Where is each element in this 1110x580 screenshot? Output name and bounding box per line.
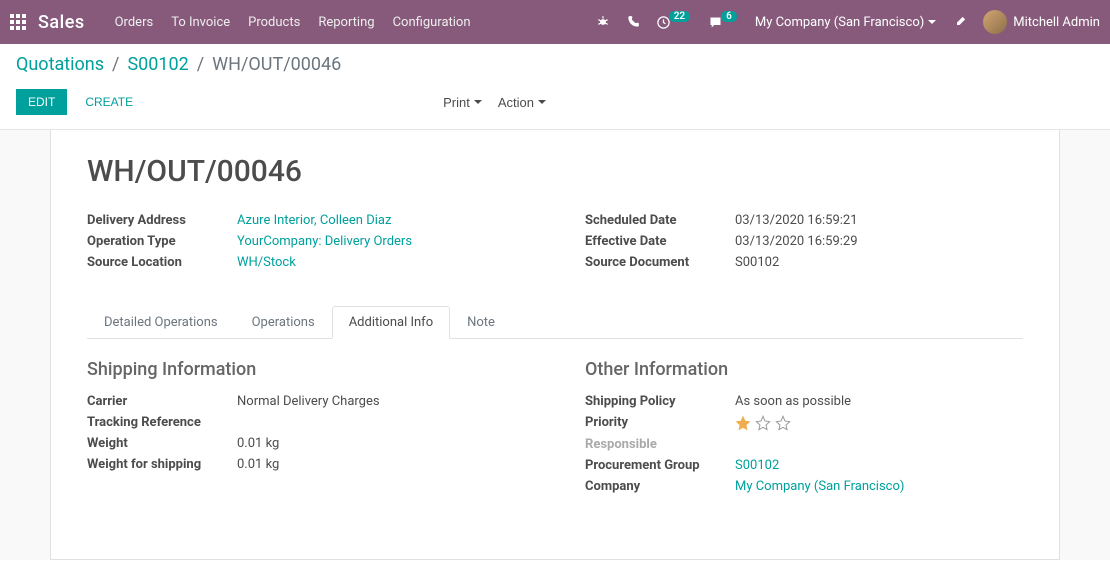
messages-icon[interactable]: 6 (708, 15, 739, 30)
control-panel: Quotations/S00102/WH/OUT/00046 EDIT CREA… (0, 44, 1110, 130)
messages-badge: 6 (721, 11, 737, 22)
form-sheet: WH/OUT/00046 Delivery AddressAzure Inter… (50, 130, 1060, 560)
tab-operations[interactable]: Operations (235, 306, 332, 339)
company-selector[interactable]: My Company (San Francisco) (755, 15, 936, 30)
record-left-col: Delivery AddressAzure Interior, Colleen … (87, 213, 525, 276)
avatar (983, 10, 1007, 34)
breadcrumb-active: WH/OUT/00046 (212, 54, 341, 75)
source-document-value: S00102 (735, 255, 779, 270)
phone-icon[interactable] (626, 15, 640, 29)
source-document-label: Source Document (585, 255, 735, 270)
effective-date-label: Effective Date (585, 234, 735, 249)
user-menu[interactable]: Mitchell Admin (983, 10, 1100, 34)
company-label: Company (585, 479, 735, 494)
delivery-address-value[interactable]: Azure Interior, Colleen Diaz (237, 213, 391, 228)
priority-label: Priority (585, 415, 735, 431)
nav-orders[interactable]: Orders (115, 15, 154, 30)
breadcrumb-link-0[interactable]: Quotations (16, 54, 104, 75)
operation-type-label: Operation Type (87, 234, 237, 249)
tab-note[interactable]: Note (450, 306, 512, 339)
edit-button[interactable]: EDIT (16, 89, 67, 115)
scheduled-date-label: Scheduled Date (585, 213, 735, 228)
operation-type-value[interactable]: YourCompany: Delivery Orders (237, 234, 412, 249)
shipping-info-title: Shipping Information (87, 359, 525, 380)
navbar-right: 22 6 My Company (San Francisco) Mitchell… (596, 10, 1100, 34)
priority-star-2[interactable] (755, 415, 771, 431)
weight-value: 0.01 kg (237, 436, 279, 451)
debug-icon[interactable] (596, 15, 610, 29)
navbar-menu: Orders To Invoice Products Reporting Configu… (115, 15, 596, 30)
priority-star-3[interactable] (775, 415, 791, 431)
weight-label: Weight (87, 436, 237, 451)
tab-detailed-operations[interactable]: Detailed Operations (87, 306, 235, 339)
priority-star-1[interactable] (735, 415, 751, 431)
breadcrumb: Quotations/S00102/WH/OUT/00046 (16, 54, 1094, 75)
company-value[interactable]: My Company (San Francisco) (735, 479, 904, 494)
breadcrumb-link-1[interactable]: S00102 (127, 54, 188, 75)
user-name: Mitchell Admin (1013, 15, 1100, 30)
nav-configuration[interactable]: Configuration (393, 15, 471, 30)
navbar: Sales Orders To Invoice Products Reporting C… (0, 0, 1110, 44)
activity-icon[interactable]: 22 (656, 15, 692, 30)
procurement-group-value[interactable]: S00102 (735, 458, 779, 473)
delivery-address-label: Delivery Address (87, 213, 237, 228)
page-title: WH/OUT/00046 (87, 154, 1023, 189)
tab-additional-info: Shipping Information CarrierNormal Deliv… (87, 359, 1023, 500)
tracking-label: Tracking Reference (87, 415, 237, 430)
procurement-group-label: Procurement Group (585, 458, 735, 473)
chevron-down-icon (538, 100, 546, 104)
create-button[interactable]: CREATE (73, 89, 145, 115)
source-location-label: Source Location (87, 255, 237, 270)
record-right-col: Scheduled Date03/13/2020 16:59:21 Effect… (585, 213, 1023, 276)
weight-shipping-value: 0.01 kg (237, 457, 279, 472)
action-dropdown[interactable]: Action (498, 95, 546, 110)
activity-badge: 22 (669, 11, 690, 22)
chevron-down-icon (474, 100, 482, 104)
nav-to-invoice[interactable]: To Invoice (171, 15, 230, 30)
scheduled-date-value: 03/13/2020 16:59:21 (735, 213, 858, 228)
shipping-policy-value: As soon as possible (735, 394, 851, 409)
weight-shipping-label: Weight for shipping (87, 457, 237, 472)
effective-date-value: 03/13/2020 16:59:29 (735, 234, 858, 249)
print-dropdown[interactable]: Print (443, 95, 482, 110)
nav-reporting[interactable]: Reporting (318, 15, 374, 30)
nav-products[interactable]: Products (248, 15, 300, 30)
priority-stars (735, 415, 791, 431)
chevron-down-icon (928, 20, 936, 24)
carrier-value: Normal Delivery Charges (237, 394, 380, 409)
tools-icon[interactable] (952, 15, 967, 30)
source-location-value[interactable]: WH/Stock (237, 255, 296, 270)
other-info-title: Other Information (585, 359, 1023, 380)
carrier-label: Carrier (87, 394, 237, 409)
shipping-policy-label: Shipping Policy (585, 394, 735, 409)
app-brand[interactable]: Sales (38, 12, 85, 33)
company-label: My Company (San Francisco) (755, 15, 924, 30)
tab-additional-info[interactable]: Additional Info (332, 306, 450, 339)
apps-icon[interactable] (10, 14, 26, 30)
tabs: Detailed OperationsOperationsAdditional … (87, 306, 1023, 339)
responsible-label: Responsible (585, 437, 735, 452)
